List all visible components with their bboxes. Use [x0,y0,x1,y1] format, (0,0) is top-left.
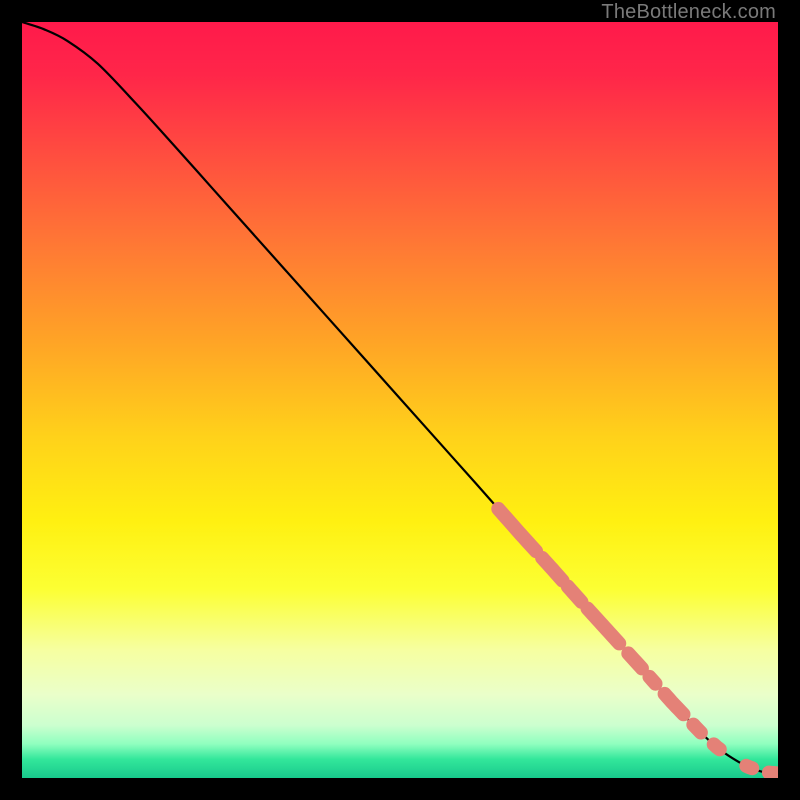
highlight-segment [746,766,752,768]
highlight-segment [649,677,655,684]
bottleneck-chart [22,22,778,778]
highlight-segment [714,744,720,749]
chart-frame [22,22,778,778]
watermark-text: TheBottleneck.com [601,1,776,24]
highlight-segment [769,773,778,774]
highlight-segment [693,725,701,733]
